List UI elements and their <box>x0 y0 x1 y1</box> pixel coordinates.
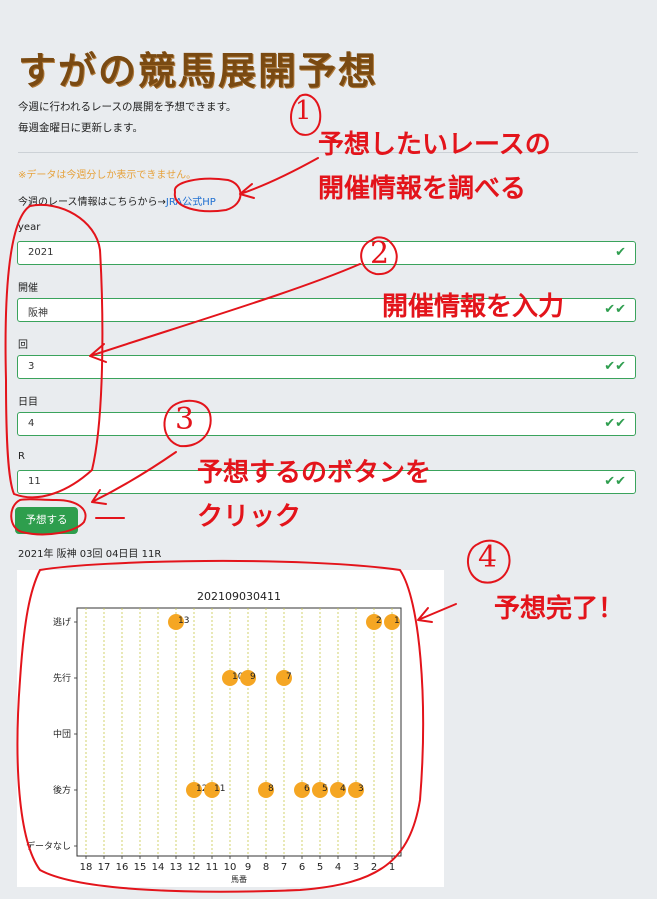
step-number-4: 4 <box>478 540 498 575</box>
arrow-1 <box>239 157 319 199</box>
step-1-line-2: 開催情報を調べる <box>318 174 527 204</box>
step-3-line-2: クリック <box>197 502 302 532</box>
step-number-3: 3 <box>175 402 195 437</box>
arrow-4 <box>417 603 457 623</box>
step-4-text: 予想完了！ <box>494 594 625 624</box>
jra-link-circle <box>173 177 242 213</box>
step-3-line-1: 予想するのボタンを <box>197 458 432 488</box>
step-1-line-1: 予想したいレースの <box>318 130 551 160</box>
chart-loop <box>16 559 425 893</box>
step-number-1: 1 <box>295 96 312 126</box>
step-number-2: 2 <box>370 236 390 271</box>
button-circle <box>10 498 87 536</box>
form-loop <box>4 203 104 499</box>
step-2-text: 開催情報を入力 <box>382 292 565 322</box>
arrow-3 <box>91 451 177 505</box>
arrow-2 <box>89 263 361 363</box>
